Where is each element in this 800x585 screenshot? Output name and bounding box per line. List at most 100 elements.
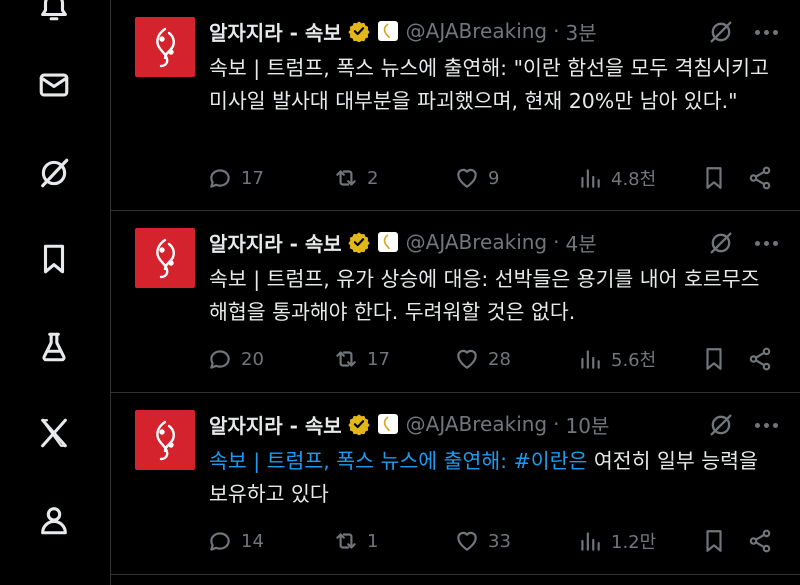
separator-dot: · [553, 19, 560, 43]
view-count: 1.2만 [611, 532, 657, 553]
separator-dot: · [553, 230, 560, 254]
reply-button[interactable]: 17 [207, 163, 264, 193]
grok-icon[interactable] [707, 411, 735, 439]
reply-button[interactable]: 20 [207, 344, 264, 374]
heart-icon [457, 168, 477, 188]
bookmark-button[interactable] [701, 163, 727, 193]
reply-icon [210, 350, 230, 369]
repost-icon [336, 533, 356, 549]
affiliate-badge-icon [377, 21, 398, 41]
reply-count: 17 [241, 167, 264, 189]
verified-badge-icon [348, 21, 370, 42]
affiliate-badge-icon [377, 232, 398, 252]
reply-count: 20 [241, 348, 264, 370]
tweet-timestamp[interactable]: 10분 [565, 410, 609, 439]
repost-count: 1 [367, 530, 379, 552]
repost-icon [336, 170, 356, 186]
bookmark-icon [706, 530, 722, 552]
tweet-actions: 20 17 28 5.6천 [207, 344, 777, 374]
view-count: 5.6천 [611, 350, 657, 371]
like-count: 28 [488, 348, 511, 370]
x-logo-icon[interactable] [32, 411, 76, 455]
tweet-actions: 17 2 9 4.8천 [207, 163, 777, 193]
tweet-header: 알자지라 - 속보 @AJABreaking · 10분 [209, 408, 609, 440]
avatar[interactable] [135, 17, 195, 77]
reply-icon [210, 169, 230, 188]
profile-icon[interactable] [32, 498, 76, 542]
verified-badge-icon [348, 414, 370, 435]
views-button[interactable]: 1.2만 [577, 526, 656, 556]
grok-icon[interactable] [707, 18, 735, 46]
avatar[interactable] [135, 228, 195, 288]
like-button[interactable]: 9 [454, 163, 499, 193]
grok-icon[interactable] [707, 229, 735, 257]
hashtag-link[interactable]: 속보 | 트럼프, 폭스 뉴스에 출연해: #이란은 [209, 449, 587, 473]
timeline-feed: 알자지라 - 속보 @AJABreaking · 3분 속보 | 트럼프, 폭스… [110, 0, 800, 585]
share-icon [749, 347, 771, 371]
aljazeera-logo-icon [156, 420, 175, 461]
heart-icon [457, 531, 477, 551]
more-options-button[interactable] [751, 411, 781, 439]
share-icon [749, 166, 771, 190]
views-icon [581, 169, 600, 188]
views-button[interactable]: 4.8천 [577, 163, 656, 193]
views-icon [581, 350, 600, 369]
tweet[interactable]: 알자지라 - 속보 @AJABreaking · 10분 속보 | 트럼프, 폭… [111, 393, 800, 575]
sidebar [0, 0, 110, 585]
heart-icon [457, 349, 477, 369]
views-button[interactable]: 5.6천 [577, 344, 656, 374]
views-icon [581, 532, 600, 551]
tweet-header: 알자지라 - 속보 @AJABreaking · 3분 [209, 15, 597, 47]
bookmark-icon [706, 348, 722, 370]
like-button[interactable]: 33 [454, 526, 511, 556]
aljazeera-logo-icon [156, 27, 175, 68]
author-handle[interactable]: @AJABreaking [406, 412, 547, 436]
tweet[interactable]: 알자지라 - 속보 @AJABreaking · 4분 속보 | 트럼프, 유가… [111, 211, 800, 393]
tweet-timestamp[interactable]: 3분 [565, 17, 596, 46]
bookmark-button[interactable] [701, 526, 727, 556]
mail-icon[interactable] [32, 63, 76, 107]
repost-icon [336, 351, 356, 367]
tweet-text: 속보 | 트럼프, 폭스 뉴스에 출연해: "이란 함선을 모두 격침시키고 미… [209, 56, 769, 113]
tweet-text: 속보 | 트럼프, 폭스 뉴스에 출연해: #이란은 여전히 일부 능력을 보유… [209, 445, 784, 511]
author-name[interactable]: 알자지라 - 속보 [209, 228, 342, 257]
tweet-timestamp[interactable]: 4분 [565, 228, 596, 257]
aljazeera-logo-icon [156, 238, 175, 279]
author-name[interactable]: 알자지라 - 속보 [209, 410, 342, 439]
author-handle[interactable]: @AJABreaking [406, 19, 547, 43]
grok-icon[interactable] [32, 151, 76, 195]
repost-button[interactable]: 2 [333, 163, 378, 193]
tweet-actions: 14 1 33 1.2만 [207, 526, 777, 556]
share-button[interactable] [747, 344, 773, 374]
author-handle[interactable]: @AJABreaking [406, 230, 547, 254]
notifications-icon[interactable] [32, 0, 76, 28]
bookmark-icon[interactable] [32, 237, 76, 281]
affiliate-badge-icon [377, 414, 398, 434]
share-button[interactable] [747, 526, 773, 556]
separator-dot: · [553, 412, 560, 436]
tweet[interactable]: 알자지라 - 속보 @AJABreaking · 3분 속보 | 트럼프, 폭스… [111, 0, 800, 211]
like-count: 33 [488, 530, 511, 552]
bookmark-button[interactable] [701, 344, 727, 374]
share-button[interactable] [747, 163, 773, 193]
reply-button[interactable]: 14 [207, 526, 264, 556]
more-options-button[interactable] [751, 18, 781, 46]
author-name[interactable]: 알자지라 - 속보 [209, 17, 342, 46]
reply-count: 14 [241, 530, 264, 552]
tweet-header: 알자지라 - 속보 @AJABreaking · 4분 [209, 226, 597, 258]
avatar[interactable] [135, 410, 195, 470]
tweet-text: 속보 | 트럼프, 유가 상승에 대응: 선박들은 용기를 내어 호르무즈 해협… [209, 267, 760, 324]
like-count: 9 [488, 167, 500, 189]
repost-count: 17 [367, 348, 390, 370]
labs-flask-icon[interactable] [32, 325, 76, 369]
repost-count: 2 [367, 167, 379, 189]
like-button[interactable]: 28 [454, 344, 511, 374]
share-icon [749, 529, 771, 553]
repost-button[interactable]: 17 [333, 344, 390, 374]
view-count: 4.8천 [611, 169, 657, 190]
repost-button[interactable]: 1 [333, 526, 378, 556]
reply-icon [210, 532, 230, 551]
more-options-button[interactable] [751, 229, 781, 257]
bookmark-icon [706, 167, 722, 189]
verified-badge-icon [348, 232, 370, 253]
